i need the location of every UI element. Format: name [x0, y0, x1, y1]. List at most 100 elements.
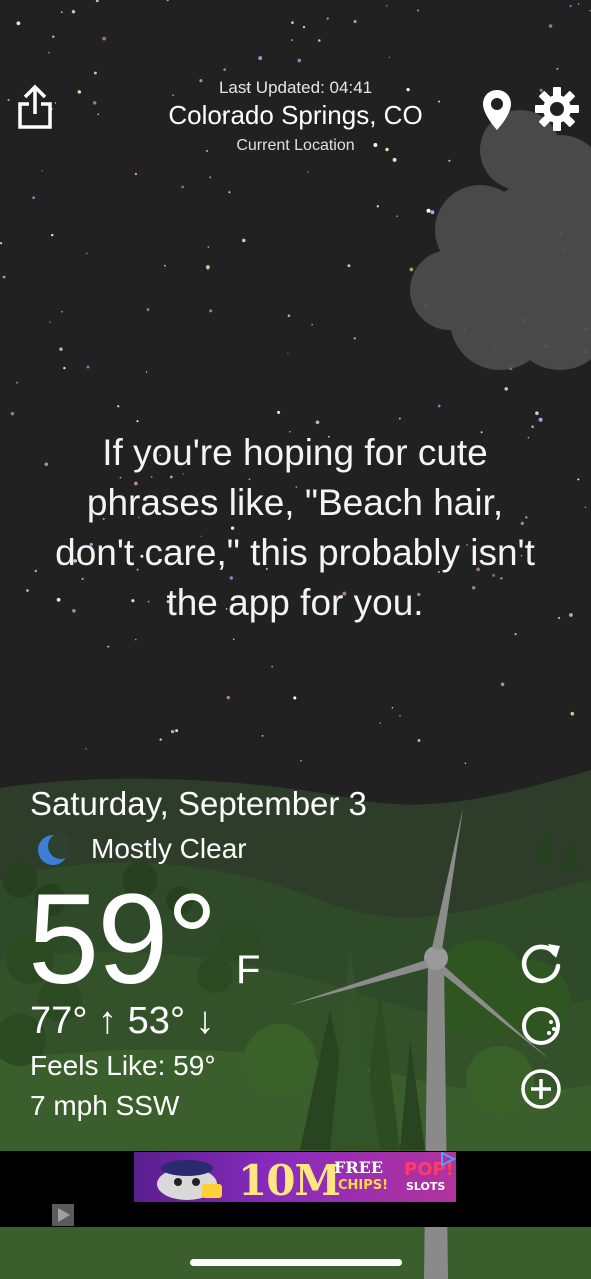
star	[71, 9, 76, 14]
weather-phrase: If you're hoping for cute phrases like, …	[55, 432, 535, 623]
star	[311, 323, 313, 326]
star	[297, 58, 302, 63]
star	[300, 760, 302, 762]
radar-button[interactable]	[518, 1003, 564, 1049]
star	[409, 267, 414, 272]
star	[86, 365, 90, 369]
refresh-button[interactable]	[518, 940, 564, 986]
star	[59, 347, 63, 351]
ad-headline: 10M	[238, 1156, 341, 1202]
star	[102, 36, 107, 41]
star	[426, 208, 431, 213]
star	[376, 205, 379, 208]
star	[291, 39, 293, 42]
star	[570, 711, 575, 716]
star	[61, 310, 63, 313]
star	[146, 308, 150, 311]
star	[85, 748, 87, 750]
star	[170, 729, 175, 734]
star	[302, 25, 306, 29]
add-location-button[interactable]	[518, 1066, 564, 1112]
star	[63, 366, 66, 370]
star	[287, 352, 289, 354]
star	[396, 215, 398, 218]
current-location-label: Current Location	[236, 137, 355, 154]
star	[145, 371, 148, 373]
settings-button[interactable]	[534, 86, 580, 132]
star	[326, 17, 329, 20]
radar-icon	[522, 1007, 560, 1045]
gear-icon	[535, 87, 579, 131]
star	[353, 20, 357, 23]
star	[207, 246, 210, 248]
star	[448, 159, 451, 162]
current-temperature: 59°	[28, 868, 218, 1011]
star	[318, 39, 321, 42]
ad-mascot-icon	[157, 1160, 222, 1200]
ad-choices-icon[interactable]	[440, 1152, 456, 1166]
star	[261, 735, 264, 737]
star	[388, 56, 391, 58]
star	[557, 616, 561, 620]
star	[41, 169, 43, 172]
refresh-icon	[521, 944, 561, 984]
star	[535, 411, 539, 415]
star	[391, 706, 394, 709]
star	[48, 51, 50, 54]
star	[232, 638, 235, 641]
star	[226, 696, 230, 700]
star	[417, 9, 419, 12]
star	[159, 738, 162, 741]
location-button[interactable]	[480, 88, 514, 132]
ad-brand-slots: SLOTS	[406, 1180, 446, 1193]
star	[538, 417, 543, 422]
star	[271, 665, 273, 668]
add-icon	[521, 1069, 561, 1109]
star	[577, 478, 580, 481]
wind-text: 7 mph SSW	[30, 1090, 180, 1121]
home-indicator[interactable]	[190, 1259, 402, 1266]
star	[34, 569, 38, 573]
feels-like-text: Feels Like: 59°	[30, 1050, 216, 1081]
star	[0, 242, 3, 245]
star	[107, 645, 110, 648]
star	[93, 71, 97, 75]
star	[117, 405, 120, 408]
location-pin-icon	[483, 90, 511, 130]
star	[315, 420, 320, 425]
temperature-unit[interactable]: F	[236, 948, 260, 993]
star	[205, 265, 210, 270]
ad-subline-free: FREE	[334, 1158, 384, 1177]
star	[49, 321, 51, 323]
star	[209, 309, 213, 313]
ad-play-icon[interactable]	[52, 1204, 74, 1226]
star	[209, 176, 212, 179]
star	[50, 233, 54, 237]
star	[556, 67, 559, 70]
star	[223, 68, 227, 71]
star	[504, 387, 508, 391]
star	[86, 252, 88, 255]
ad-banner[interactable]: 10M FREE CHIPS! POP! SLOTS	[134, 1152, 456, 1202]
star	[379, 722, 382, 724]
moon-icon	[38, 833, 70, 865]
star	[26, 589, 29, 592]
star	[175, 729, 179, 733]
star	[32, 196, 35, 199]
star	[60, 11, 63, 14]
star	[399, 714, 401, 717]
star	[569, 613, 573, 617]
ad-subline-chips: CHIPS!	[338, 1178, 389, 1193]
background-scene	[0, 0, 591, 1279]
star	[242, 238, 246, 243]
star	[10, 411, 15, 416]
star	[258, 56, 263, 61]
play-icon	[58, 1208, 70, 1222]
star	[514, 632, 517, 636]
star	[392, 157, 397, 162]
star	[347, 264, 351, 268]
star	[16, 21, 21, 26]
star	[353, 337, 356, 340]
star	[2, 275, 6, 279]
star	[500, 682, 505, 687]
